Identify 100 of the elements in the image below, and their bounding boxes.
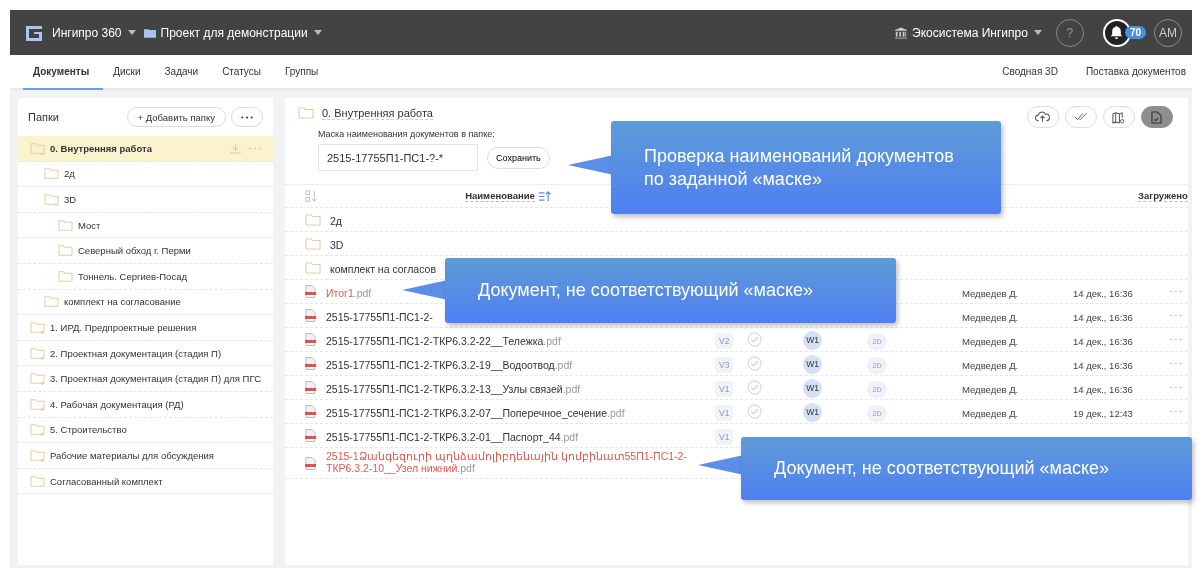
workflow-badge[interactable]: W1 [803,354,822,374]
file-name[interactable]: 2515-17755П1-ПС1-2- [326,310,433,323]
author-name: Медведев Д. [962,287,1019,299]
folder-icon [58,218,73,232]
folder-icon [305,236,321,251]
file-name[interactable]: 2515-17755П1-ПС1-2-ТКР6.3.2-19__Водоотвод.pdf [326,358,573,371]
folder-item[interactable]: 3D [18,187,273,213]
document-button[interactable] [1140,106,1173,128]
tab[interactable]: Диски [103,55,155,90]
bell-icon [1110,26,1124,39]
more-icon[interactable] [1170,290,1182,293]
folder-item[interactable]: Северный обход г. Перми [18,238,273,264]
column-header[interactable]: Загружено [1138,190,1188,202]
folder-name[interactable]: 2д [330,214,342,227]
ecosystem-name[interactable]: Экосистема Ингипро [912,25,1028,40]
upload-button[interactable] [1026,106,1059,128]
folder-item[interactable]: комплект на согласование [18,289,273,316]
folder-name: 2. Проектная документация (стадия П) [50,347,222,359]
pdf-file-icon [305,357,316,370]
author-name: Медведев Д. [962,359,1019,371]
folder-item[interactable]: Рабочие материалы для обсуждения [18,443,273,469]
download-icon[interactable] [230,142,241,154]
app-name[interactable]: Ингипро 360 [52,25,122,40]
folder-icon [44,295,59,309]
more-icon[interactable] [1170,386,1182,389]
sort-icon[interactable] [305,189,318,203]
sort-icon[interactable] [537,190,551,202]
file-name[interactable]: 2515-17755П1-ПС1-2-ТКР6.3.2-01__Паспорт_44.pdf [326,430,579,443]
tab[interactable]: Группы [274,55,333,90]
double-check-icon [1073,112,1088,122]
pdf-file-icon [305,429,316,442]
folder-icon [58,244,73,258]
save-button[interactable]: Сохранить [487,146,550,169]
more-icon[interactable] [1170,362,1182,365]
pdf-file-icon [305,333,316,346]
folder-name: Северный обход г. Перми [78,245,191,257]
folder-name: 3D [64,194,77,205]
more-icon[interactable] [1170,410,1182,413]
project-name[interactable]: Проект для демонстрации [160,25,308,40]
file-name[interactable]: Итог1.pdf [326,286,372,299]
tab[interactable]: Статусы [212,55,275,90]
mask-label: Маска наименования документов в папке: [318,129,496,139]
callout-text: Документ, не соответствующий «маске» [478,279,815,302]
folder-name: 3. Проектная документация (стадия П) для ПГС [50,373,261,385]
more-icon[interactable] [1170,314,1182,317]
folder-name: Тоннель. Сергиев-Посад [78,270,187,282]
folder-name[interactable]: комплект на согласов [330,262,436,275]
folder-item[interactable]: Тоннель. Сергиев-Посад [18,263,273,290]
more-icon[interactable] [1170,338,1182,341]
mask-field[interactable]: 2515-17755П1-ПС1-?-* [318,144,478,171]
folder-item[interactable]: 2д [18,161,273,188]
callout-text: Документ, не соответствующий «маске» [774,457,1111,480]
folder-item[interactable]: 2. Проектная документация (стадия П) [18,340,273,367]
pdf-file-icon [305,405,316,418]
more-button[interactable] [231,107,263,127]
workflow-badge[interactable]: W1 [803,402,822,422]
folder-name: комплект на согласование [64,296,181,308]
map-button[interactable] [1102,106,1135,128]
pdf-file-icon [305,309,316,322]
folder-item[interactable]: 4. Рабочая документация (РД) [18,391,273,418]
folder-name[interactable]: 3D [330,238,344,251]
folder-name: Согласованный комплект [50,475,163,487]
file-name[interactable]: 2515-17755П1-ПС1-2-ТКР6.3.2-13__Узлы связей.pdf [326,382,581,395]
notifications-button[interactable] [1102,18,1131,47]
upload-date: 14 дек., 16:36 [1073,359,1133,371]
file-name[interactable]: 2515-17755П1-ПС1-2-ТКР6.3.2-22__Тележка.pdf [326,334,561,347]
folder-name: 5. Строительство [50,424,127,436]
nav-link[interactable]: Сводная 3D [1002,55,1058,88]
folder-icon [298,106,314,120]
pdf-file-icon [305,381,316,394]
map-icon [1112,110,1126,124]
folder-name: Рабочие материалы для обсуждения [50,449,214,461]
column-header[interactable]: Наименование [465,190,535,202]
add-folder-button[interactable]: + Добавить папку [126,107,226,127]
folder-name: 1. ИРД. Предпроектные решения [50,321,197,333]
more-icon [241,115,253,119]
more-icon[interactable] [249,146,261,150]
folder-name: 4. Рабочая документация (РД) [50,398,184,410]
folder-item[interactable]: 5. Строительство [18,417,273,444]
file-name[interactable]: 2515-1Ձանգեզուրի պղնձամոլիբդենային կոմբինատ55П1-ПС1-2-ТКР6.3.2-10__Узел нижний.pdf [326,450,691,474]
author-name: Медведев Д. [962,311,1019,323]
folder-item[interactable]: Согласованный комплект [18,468,273,495]
workflow-badge[interactable]: W1 [803,378,822,398]
folder-item[interactable]: 1. ИРД. Предпроектные решения [18,315,273,341]
caret-icon[interactable] [127,30,136,35]
caret-icon[interactable] [1033,30,1042,35]
author-name: Медведев Д. [962,335,1019,347]
folder-name: 2д [64,168,75,180]
folder-item[interactable]: 3. Проектная документация (стадия П) для ПГС [18,366,273,392]
approve-button[interactable] [1064,106,1097,128]
file-name[interactable]: 2515-17755П1-ПС1-2-ТКР6.3.2-07__Поперечное_сечение.pdf [326,406,625,419]
cloud-upload-icon [1035,111,1051,123]
folder-name: 0. Внутренняя работа [50,142,152,154]
workflow-badge[interactable]: W1 [803,330,822,350]
nav-link[interactable]: Поставка документов [1085,55,1186,88]
folder-item[interactable]: Мост [18,212,273,239]
caret-icon[interactable] [313,30,322,35]
tab[interactable]: Задачи [154,55,213,90]
folder-item[interactable]: 0. Внутренняя работа [18,136,273,162]
folder-icon [143,27,156,38]
